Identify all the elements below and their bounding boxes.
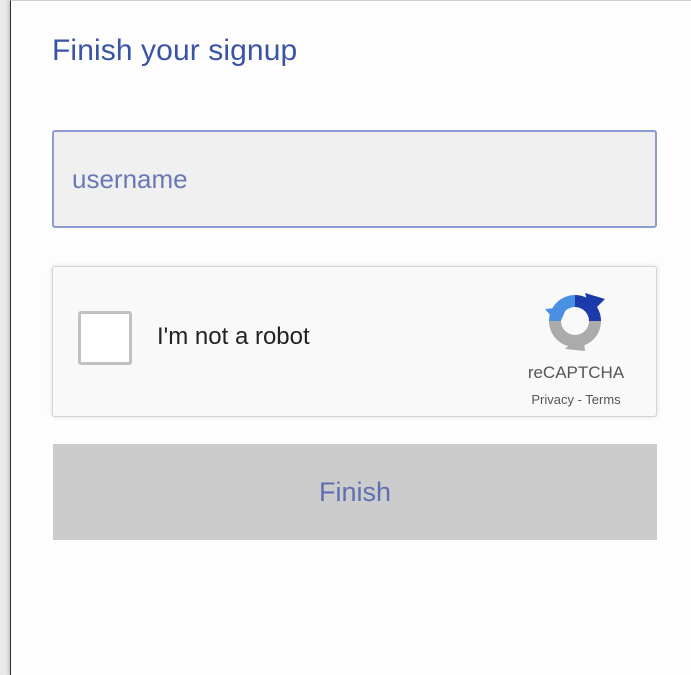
recaptcha-widget: I'm not a robot reCAPTCHA Privacy - Term… <box>52 266 657 417</box>
recaptcha-brand: reCAPTCHA <box>527 363 625 382</box>
recaptcha-checkbox-label: I'm not a robot <box>157 323 310 350</box>
recaptcha-checkbox[interactable] <box>78 311 132 365</box>
page-title: Finish your signup <box>52 34 298 67</box>
finish-button[interactable]: Finish <box>53 444 657 540</box>
recaptcha-privacy-link[interactable]: Privacy <box>531 392 574 407</box>
signup-card: Finish your signup I'm not a robot reCAP… <box>10 0 691 675</box>
username-input[interactable] <box>52 130 657 228</box>
recaptcha-links: Privacy - Terms <box>519 392 633 407</box>
recaptcha-terms-link[interactable]: Terms <box>585 392 620 407</box>
recaptcha-links-separator: - <box>573 392 586 407</box>
recaptcha-logo-icon <box>545 293 605 351</box>
